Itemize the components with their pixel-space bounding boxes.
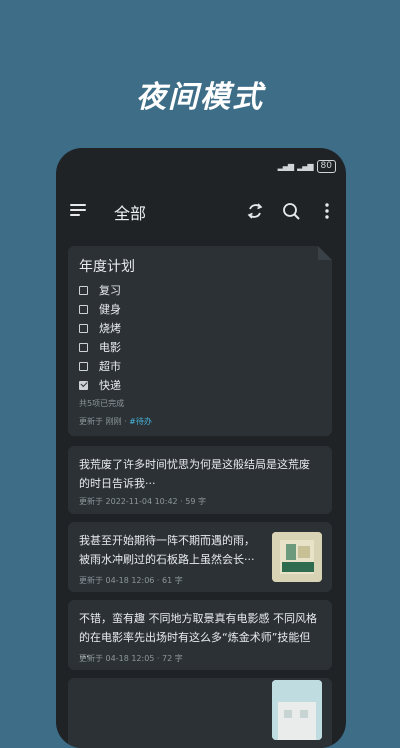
checkbox-icon[interactable] [79, 304, 88, 314]
more-vert-icon[interactable] [316, 200, 338, 222]
note-meta: 更新于 04-18 12:05 · 72 字 [79, 654, 183, 663]
headline: 夜间模式 [136, 80, 264, 115]
todo-item[interactable]: 复习 [79, 282, 121, 298]
note-card-plan[interactable]: 年度计划 复习 健身 烧烤 电影 超市 快递 共5项已完成 更新于 刚刚 · #… [68, 246, 332, 436]
checkbox-icon[interactable] [79, 342, 88, 352]
note-card[interactable]: 我甚至开始期待一阵不期而遇的雨，被雨水冲刷过的石板路上虽然会长··· 更新于 0… [68, 522, 332, 592]
plan-title: 年度计划 [79, 259, 135, 275]
todo-item[interactable]: 超市 [79, 358, 121, 374]
note-body: 我甚至开始期待一阵不期而遇的雨，被雨水冲刷过的石板路上虽然会长··· [79, 534, 255, 566]
plan-updated: 更新于 刚刚 · #待办 [79, 417, 152, 426]
search-icon[interactable] [280, 200, 302, 222]
tag-link[interactable]: #待办 [129, 417, 152, 426]
todo-item[interactable]: 健身 [79, 301, 121, 317]
todo-item[interactable]: 快递 [79, 377, 121, 393]
todo-item[interactable]: 电影 [79, 339, 121, 355]
todo-item[interactable]: 烧烤 [79, 320, 121, 336]
checkbox-icon[interactable] [79, 361, 88, 371]
plan-summary: 共5项已完成 [79, 399, 125, 408]
note-card[interactable]: 我荒废了许多时间忧思为何是这般结局是这荒废的时日告诉我··· 更新于 2022-… [68, 446, 332, 514]
note-thumbnail [272, 680, 322, 740]
sync-icon[interactable] [244, 200, 266, 222]
note-card[interactable] [68, 678, 332, 748]
signal-icon: ▂▄▆ [277, 162, 295, 171]
note-body: 我荒废了许多时间忧思为何是这般结局是这荒废的时日告诉我··· [79, 458, 310, 490]
note-thumbnail [272, 532, 322, 582]
card-fold [318, 246, 332, 260]
page-title: 全部 [114, 204, 147, 223]
checkbox-checked-icon[interactable] [79, 380, 88, 390]
note-meta: 更新于 04-18 12:06 · 61 字 [79, 576, 183, 585]
status-bar: ▂▄▆ ▂▄▆ 80 [278, 160, 336, 173]
note-meta: 更新于 2022-11-04 10:42 · 59 字 [79, 497, 206, 506]
app-bar: 全部 [56, 196, 346, 226]
note-card[interactable]: 不错，蛮有趣 不同地方取景真有电影感 不同风格的在电影率先出场时有这么多“炼金术… [68, 600, 332, 670]
phone-frame: ▂▄▆ ▂▄▆ 80 全部 年度计划 复习 健身 烧烤 电影 超市 快递 共5项… [56, 148, 346, 748]
battery-icon: 80 [316, 160, 336, 173]
menu-icon[interactable] [70, 204, 86, 218]
checkbox-icon[interactable] [79, 285, 88, 295]
checkbox-icon[interactable] [79, 323, 88, 333]
signal-icon-2: ▂▄▆ [297, 162, 314, 171]
